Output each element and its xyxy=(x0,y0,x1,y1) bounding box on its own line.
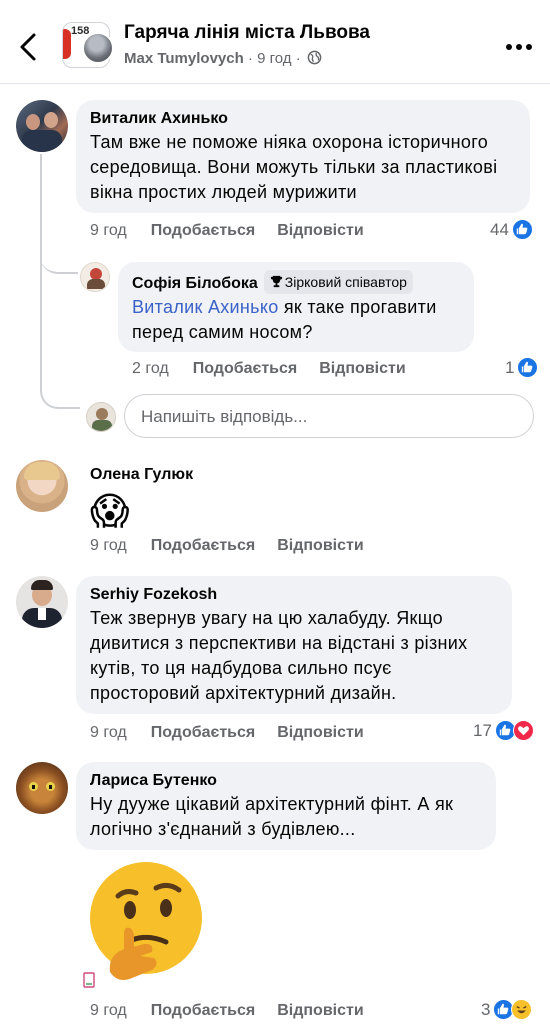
post-subtitle: Max Tumylovych · 9 год · xyxy=(124,50,322,67)
thread-line xyxy=(40,154,80,409)
commenter-name[interactable]: Serhiy Fozekosh xyxy=(90,584,498,606)
like-icon xyxy=(511,219,533,240)
mention-link[interactable]: Виталик Ахинько xyxy=(132,297,279,317)
top-fan-badge: Зірковий співавтор xyxy=(263,270,413,294)
comment-time[interactable]: 2 год xyxy=(132,360,169,378)
reply-button[interactable]: Відповісти xyxy=(277,724,363,742)
logo-mark xyxy=(63,29,71,59)
comment-time[interactable]: 9 год xyxy=(90,537,127,555)
commenter-name[interactable]: Лариса Бутенко xyxy=(90,770,482,792)
comment-text: Ну дууже цікавий архітектурний фінт. А я… xyxy=(90,794,454,839)
reply-bubble[interactable]: Софія Білобока Зірковий співавтор Виталик… xyxy=(118,262,474,352)
like-button[interactable]: Подобається xyxy=(151,222,256,240)
like-button[interactable]: Подобається xyxy=(151,537,256,555)
reply-button[interactable]: Відповісти xyxy=(277,222,363,240)
commenter-name[interactable]: Софія Білобока xyxy=(132,275,258,292)
reaction-count[interactable]: 1 xyxy=(505,357,539,378)
page-title[interactable]: Гаряча лінія міста Львова xyxy=(124,22,370,44)
avatar[interactable] xyxy=(16,100,68,152)
thread-line-branch xyxy=(40,240,78,274)
comment-text: Теж звернув увагу на цю халабуду. Якщо д… xyxy=(90,608,468,703)
my-avatar xyxy=(86,402,116,432)
like-button[interactable]: Подобається xyxy=(193,360,298,378)
haha-icon xyxy=(511,999,533,1020)
more-options-icon[interactable] xyxy=(506,44,532,50)
comment-time[interactable]: 9 год xyxy=(90,1002,127,1020)
commenter-name[interactable]: Олена Гулюк xyxy=(90,464,193,486)
reaction-count[interactable]: 17 xyxy=(473,720,534,741)
comment-bubble[interactable]: Serhiy Fozekosh Теж звернув увагу на цю … xyxy=(76,576,512,714)
commenter-name[interactable]: Виталик Ахинько xyxy=(90,108,516,130)
reply-input[interactable]: Напишіть відповідь... xyxy=(124,394,534,438)
like-button[interactable]: Подобається xyxy=(151,1002,256,1020)
back-icon[interactable] xyxy=(16,32,42,62)
comment-time[interactable]: 9 год xyxy=(90,724,127,742)
post-time[interactable]: 9 год xyxy=(257,50,291,67)
reaction-count[interactable]: 44 xyxy=(490,219,533,240)
thinking-face-sticker xyxy=(90,862,202,980)
reaction-count[interactable]: 3 xyxy=(481,999,533,1020)
author-name[interactable]: Max Tumylovych xyxy=(124,50,244,67)
avatar[interactable] xyxy=(16,576,68,628)
author-avatar[interactable] xyxy=(82,32,114,64)
reply-button[interactable]: Відповісти xyxy=(277,1002,363,1020)
like-button[interactable]: Подобається xyxy=(151,724,256,742)
reply-button[interactable]: Відповісти xyxy=(277,537,363,555)
comment-bubble[interactable]: Виталик Ахинько Там вже не поможе ніяка … xyxy=(76,100,530,213)
globe-icon xyxy=(307,50,322,65)
reply-actions: 2 год Подобається Відповісти xyxy=(132,360,428,378)
avatar[interactable] xyxy=(16,460,68,512)
avatar[interactable] xyxy=(80,262,110,292)
like-icon xyxy=(517,357,539,378)
emoji-comment: 😱 xyxy=(90,491,130,533)
comment-text: Там вже не поможе ніяка охорона історичн… xyxy=(90,132,498,202)
edit-icon xyxy=(83,972,95,988)
trophy-icon xyxy=(270,275,282,288)
reply-button[interactable]: Відповісти xyxy=(319,360,405,378)
comment-actions: 9 год Подобається Відповісти xyxy=(90,1002,386,1020)
comment-text: Виталик Ахинько як таке прогавити перед … xyxy=(132,297,437,342)
comment-bubble[interactable]: Лариса Бутенко Ну дууже цікавий архітект… xyxy=(76,762,496,850)
comment-actions: 9 год Подобається Відповісти xyxy=(90,222,386,240)
comment-time[interactable]: 9 год xyxy=(90,222,127,240)
comment-actions: 9 год Подобається Відповісти xyxy=(90,537,386,555)
love-icon xyxy=(512,720,534,741)
avatar[interactable] xyxy=(16,762,68,814)
comment-actions: 9 год Подобається Відповісти xyxy=(90,724,386,742)
post-header: 158 Гаряча лінія міста Львова Max Tumylo… xyxy=(0,0,550,84)
